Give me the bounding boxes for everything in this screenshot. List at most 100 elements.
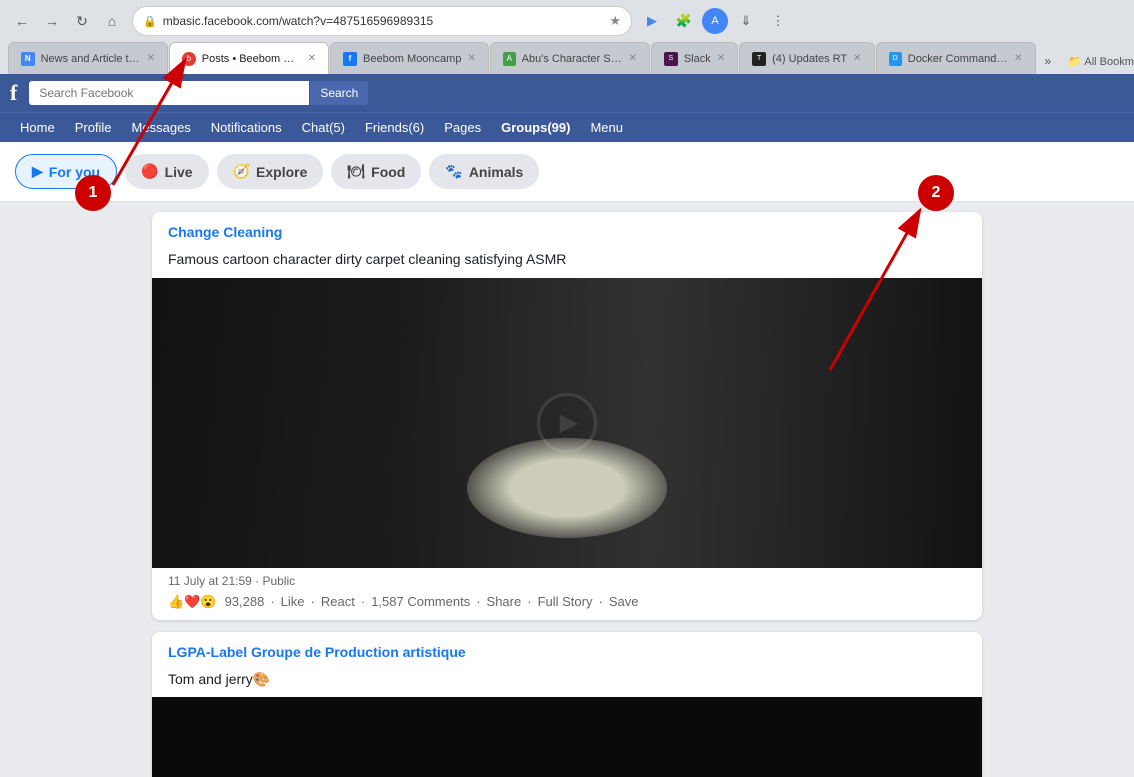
tab-close-6[interactable]: ✕ bbox=[1014, 53, 1022, 64]
tab-3[interactable]: A Abu's Character Sho... ✕ bbox=[490, 42, 650, 74]
facebook-logo: f bbox=[10, 80, 17, 106]
post-title-1: Tom and jerry🎨 bbox=[152, 666, 982, 698]
post-header-1: LGPA-Label Groupe de Production artistiq… bbox=[152, 632, 982, 666]
reaction-icons-0: 👍❤️😮 bbox=[168, 594, 217, 610]
tab-close-3[interactable]: ✕ bbox=[628, 53, 636, 64]
video-container-0[interactable]: ▶ bbox=[152, 278, 982, 568]
fb-nav-menu[interactable]: Menu bbox=[580, 113, 633, 142]
tab-label-5: (4) Updates RT bbox=[772, 53, 847, 65]
watch-filter-bar: ▶ For you 🔴 Live 🧭 Explore 🍽 Food 🐾 Anim… bbox=[0, 142, 1134, 202]
post-meta-0: 11 July at 21:59 · Public bbox=[168, 574, 966, 594]
tab-5[interactable]: T (4) Updates RT ✕ bbox=[739, 42, 874, 74]
filter-food[interactable]: 🍽 Food bbox=[331, 154, 421, 189]
tab-favicon-6: D bbox=[889, 52, 902, 66]
filter-explore[interactable]: 🧭 Explore bbox=[217, 154, 324, 189]
post-title-0: Famous cartoon character dirty carpet cl… bbox=[152, 246, 982, 278]
for-you-icon: ▶ bbox=[32, 163, 43, 180]
fb-search-bar: Search bbox=[29, 81, 368, 105]
tab-favicon-1: b bbox=[182, 52, 196, 66]
tab-label-1: Posts • Beebom —... bbox=[202, 53, 302, 65]
tab-4[interactable]: S Slack ✕ bbox=[651, 42, 738, 74]
video-bg-1 bbox=[152, 697, 982, 777]
fb-search-input[interactable] bbox=[29, 81, 309, 105]
profile-button[interactable]: A bbox=[702, 8, 728, 34]
fb-nav-profile[interactable]: Profile bbox=[65, 113, 122, 142]
fb-nav-messages[interactable]: Messages bbox=[122, 113, 201, 142]
post-header-0: Change Cleaning bbox=[152, 212, 982, 246]
cast-button[interactable]: ▶ bbox=[638, 7, 666, 35]
tab-0[interactable]: N News and Article to... ✕ bbox=[8, 42, 168, 74]
post-author-1[interactable]: LGPA-Label Groupe de Production artistiq… bbox=[168, 644, 466, 660]
tab-1[interactable]: b Posts • Beebom —... ✕ bbox=[169, 42, 329, 74]
fb-nav-pages[interactable]: Pages bbox=[434, 113, 491, 142]
tab-favicon-2: f bbox=[343, 52, 357, 66]
browser-actions: ▶ 🧩 A ⇓ ⋮ bbox=[638, 7, 792, 35]
filter-food-label: Food bbox=[371, 164, 405, 180]
home-button[interactable]: ⌂ bbox=[98, 7, 126, 35]
animals-icon: 🐾 bbox=[445, 163, 462, 180]
address-bar[interactable]: 🔒 mbasic.facebook.com/watch?v=4875165969… bbox=[132, 6, 632, 36]
filter-explore-label: Explore bbox=[256, 164, 307, 180]
tabs-overflow[interactable]: » bbox=[1037, 48, 1060, 74]
fb-nav-home[interactable]: Home bbox=[10, 113, 65, 142]
filter-live-label: Live bbox=[165, 164, 193, 180]
filter-animals-label: Animals bbox=[469, 164, 523, 180]
fullstory-link-0[interactable]: Full Story bbox=[538, 594, 593, 610]
facebook-header: f Search Home Profile Messages Notificat… bbox=[0, 74, 1134, 142]
watch-container: ▶ For you 🔴 Live 🧭 Explore 🍽 Food 🐾 Anim… bbox=[0, 142, 1134, 777]
fb-nav-friends[interactable]: Friends(6) bbox=[355, 113, 434, 142]
nav-buttons: ← → ↻ ⌂ bbox=[8, 7, 126, 35]
fb-nav-groups[interactable]: Groups(99) bbox=[491, 113, 580, 142]
tab-favicon-4: S bbox=[664, 52, 678, 66]
food-icon: 🍽 bbox=[347, 163, 365, 180]
tab-close-2[interactable]: ✕ bbox=[467, 53, 475, 64]
back-button[interactable]: ← bbox=[8, 7, 36, 35]
download-button[interactable]: ⇓ bbox=[732, 7, 760, 35]
bookmarks-button[interactable]: 📁 All Bookmarks bbox=[1060, 49, 1134, 74]
fb-nav-chat[interactable]: Chat(5) bbox=[292, 113, 355, 142]
tab-favicon-3: A bbox=[503, 52, 516, 66]
tab-label-4: Slack bbox=[684, 53, 711, 65]
tab-close-1[interactable]: ✕ bbox=[308, 53, 316, 64]
separator-0: · bbox=[270, 594, 274, 610]
reload-button[interactable]: ↻ bbox=[68, 7, 96, 35]
live-icon: 🔴 bbox=[141, 163, 158, 180]
fb-nav-notifications[interactable]: Notifications bbox=[201, 113, 292, 142]
save-link-0[interactable]: Save bbox=[609, 594, 639, 610]
forward-button[interactable]: → bbox=[38, 7, 66, 35]
like-link-0[interactable]: Like bbox=[281, 594, 305, 610]
post-footer-0: 11 July at 21:59 · Public 👍❤️😮 93,288 · … bbox=[152, 568, 982, 620]
fb-top-nav: f Search bbox=[0, 74, 1134, 112]
video-thumbnail-0: ▶ bbox=[152, 278, 982, 568]
post-card-0: Change Cleaning Famous cartoon character… bbox=[152, 212, 982, 620]
tab-close-5[interactable]: ✕ bbox=[853, 53, 861, 64]
tab-close-4[interactable]: ✕ bbox=[717, 53, 725, 64]
comments-link-0[interactable]: 1,587 Comments bbox=[371, 594, 470, 610]
url-text: mbasic.facebook.com/watch?v=487516596989… bbox=[163, 14, 604, 28]
tab-label-3: Abu's Character Sho... bbox=[522, 53, 623, 65]
tab-2[interactable]: f Beebom Mooncamp ✕ bbox=[330, 42, 489, 74]
fb-main-nav: Home Profile Messages Notifications Chat… bbox=[0, 112, 1134, 142]
star-icon[interactable]: ★ bbox=[609, 13, 621, 29]
cleaning-visual bbox=[467, 438, 667, 538]
post-actions-0: 👍❤️😮 93,288 · Like · React · 1,587 Comme… bbox=[168, 594, 966, 610]
video-container-1[interactable]: ▶ bbox=[152, 697, 982, 777]
filter-animals[interactable]: 🐾 Animals bbox=[429, 154, 539, 189]
filter-for-you[interactable]: ▶ For you bbox=[15, 154, 117, 189]
filter-live[interactable]: 🔴 Live bbox=[125, 154, 208, 189]
fb-search-button[interactable]: Search bbox=[309, 81, 368, 105]
extensions-button[interactable]: 🧩 bbox=[670, 7, 698, 35]
tab-favicon-5: T bbox=[752, 52, 766, 66]
react-link-0[interactable]: React bbox=[321, 594, 355, 610]
tab-favicon-0: N bbox=[21, 52, 35, 66]
tab-6[interactable]: D Docker Commands,... ✕ bbox=[876, 42, 1036, 74]
tab-close-0[interactable]: ✕ bbox=[147, 53, 155, 64]
share-link-0[interactable]: Share bbox=[487, 594, 522, 610]
explore-icon: 🧭 bbox=[233, 163, 250, 180]
tab-label-0: News and Article to... bbox=[41, 53, 141, 65]
post-author-0[interactable]: Change Cleaning bbox=[168, 224, 282, 240]
menu-button[interactable]: ⋮ bbox=[764, 7, 792, 35]
post-card-1: LGPA-Label Groupe de Production artistiq… bbox=[152, 632, 982, 777]
tab-label-6: Docker Commands,... bbox=[908, 53, 1008, 65]
reaction-count-0: 93,288 bbox=[225, 594, 265, 610]
